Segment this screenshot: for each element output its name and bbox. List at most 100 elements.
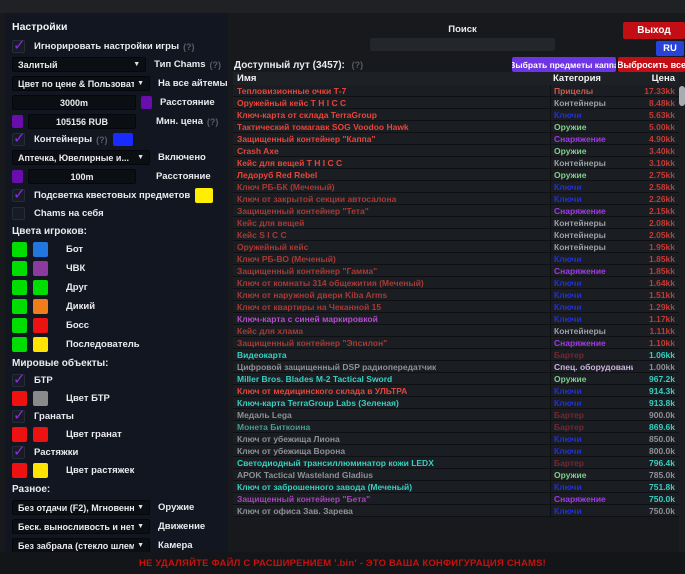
table-row[interactable]: Защищенный контейнер "Гамма"Снаряжение1.…: [233, 265, 679, 277]
search-input[interactable]: [370, 38, 555, 51]
item-price: 1.00kk: [633, 362, 679, 372]
table-row[interactable]: Светодиодный трансиллюминатор кожи LEDXБ…: [233, 457, 679, 469]
table-row[interactable]: ВидеокартаБартер1.06kk: [233, 349, 679, 361]
tripwires-checkbox[interactable]: ✓: [12, 446, 25, 459]
table-row[interactable]: Ключ от закрытой секции автосалонаКлючи2…: [233, 193, 679, 205]
table-row[interactable]: Ключ от офиса Зав. ЗареваКлючи750.0k: [233, 505, 679, 517]
table-row[interactable]: Ключ от убежища ВоронаКлючи800.0k: [233, 445, 679, 457]
table-row[interactable]: Ключ-карта TerraGroup Labs (Зеленая)Ключ…: [233, 397, 679, 409]
table-row[interactable]: Оружейный кейсКонтейнеры1.95kk: [233, 241, 679, 253]
containers-mode-select[interactable]: Аптечка, Ювелирные и... ▼: [12, 150, 150, 165]
containers-color-swatch[interactable]: [113, 133, 133, 146]
table-row[interactable]: Тактический томагавк SOG Voodoo HawkОруж…: [233, 121, 679, 133]
table-row[interactable]: Защищенный контейнер "Тета"Снаряжение2.1…: [233, 205, 679, 217]
quest-items-color-swatch[interactable]: [195, 188, 213, 203]
table-row[interactable]: Тепловизионные очки Т-7Прицелы17.33kk: [233, 85, 679, 97]
weapon-select[interactable]: Без отдачи (F2), Мгновенное п ▼: [12, 500, 150, 515]
table-row[interactable]: Кейс для вещейКонтейнеры2.08kk: [233, 217, 679, 229]
table-row[interactable]: Miller Bros. Blades M-2 Tactical SwordОр…: [233, 373, 679, 385]
color-swatch[interactable]: [12, 463, 27, 478]
color-swatch[interactable]: [33, 337, 48, 352]
containers-label: Контейнеры: [34, 134, 92, 145]
grenades-checkbox[interactable]: ✓: [12, 410, 25, 423]
color-swatch[interactable]: [33, 280, 48, 295]
table-row[interactable]: Ключ от комнаты 314 общежития (Меченый)К…: [233, 277, 679, 289]
min-price-input[interactable]: 105156 RUB: [28, 114, 136, 129]
distance-input[interactable]: 3000m: [12, 95, 136, 110]
btr-checkbox[interactable]: ✓: [12, 374, 25, 387]
color-swatch[interactable]: [12, 280, 27, 295]
select-kappa-items-button[interactable]: Выбрать предметы каппа: [512, 57, 616, 72]
chams-self-checkbox[interactable]: ✓: [12, 207, 25, 220]
containers-distance-color-swatch[interactable]: [12, 170, 23, 183]
movement-select[interactable]: Беск. выносливость и нет уста ▼: [12, 519, 150, 534]
color-swatch[interactable]: [33, 299, 48, 314]
color-swatch[interactable]: [33, 261, 48, 276]
table-row[interactable]: Защищенный контейнер "Бета"Снаряжение750…: [233, 493, 679, 505]
color-swatch[interactable]: [33, 463, 48, 478]
color-swatch[interactable]: [12, 337, 27, 352]
table-row[interactable]: Кейс для вещей T H I C CКонтейнеры3.10kk: [233, 157, 679, 169]
help-icon: (?): [183, 42, 195, 52]
weapon-label: Оружие: [158, 502, 194, 513]
item-price: 796.4k: [633, 458, 679, 468]
table-row[interactable]: Кейс S I C CКонтейнеры2.05kk: [233, 229, 679, 241]
table-row[interactable]: Ключ от убежища ЛионаКлючи850.0k: [233, 433, 679, 445]
all-items-select[interactable]: Цвет по цене & Пользователь ▼: [12, 76, 150, 91]
color-swatch[interactable]: [12, 318, 27, 333]
color-swatch[interactable]: [33, 427, 48, 442]
table-row[interactable]: Ключ от квартиры на Чеканной 15Ключи1.29…: [233, 301, 679, 313]
containers-checkbox[interactable]: ✓: [12, 133, 25, 146]
table-row[interactable]: Ключ-карта с синей маркировкойКлючи1.17k…: [233, 313, 679, 325]
table-row[interactable]: Ледоруб Red RebelОружие2.75kk: [233, 169, 679, 181]
drop-all-button[interactable]: Выбросить все: [618, 57, 685, 72]
table-row[interactable]: Ключ от медицинского склада в УЛЬТРАКлюч…: [233, 385, 679, 397]
language-button[interactable]: RU: [656, 41, 684, 56]
item-category: Снаряжение: [550, 265, 633, 276]
distance-color-swatch[interactable]: [141, 96, 152, 109]
camera-select[interactable]: Без забрала (стекло шлема) ▼: [12, 538, 150, 552]
table-scrollbar[interactable]: [679, 72, 685, 552]
table-row[interactable]: Защищенный контейнер "Каппа"Снаряжение4.…: [233, 133, 679, 145]
color-swatch[interactable]: [12, 261, 27, 276]
color-swatch[interactable]: [33, 242, 48, 257]
item-price: 1.10kk: [633, 338, 679, 348]
misc-title: Разное:: [12, 484, 221, 495]
table-row[interactable]: Цифровой защищенный DSP радиопередатчикС…: [233, 361, 679, 373]
color-swatch[interactable]: [12, 242, 27, 257]
table-row[interactable]: Кейс для хламаКонтейнеры1.11kk: [233, 325, 679, 337]
exit-button[interactable]: Выход: [623, 22, 685, 39]
color-swatch[interactable]: [12, 391, 27, 406]
table-row[interactable]: Монета БиткоинаБартер869.6k: [233, 421, 679, 433]
min-price-color-swatch[interactable]: [12, 115, 23, 128]
ignore-game-settings-checkbox[interactable]: ✓: [12, 40, 25, 53]
table-row[interactable]: Crash AxeОружие3.40kk: [233, 145, 679, 157]
color-swatch[interactable]: [33, 391, 48, 406]
color-swatch[interactable]: [33, 318, 48, 333]
scrollbar-thumb[interactable]: [679, 86, 685, 106]
chams-type-label: Тип Chams: [154, 59, 205, 70]
table-row[interactable]: APOK Tactical Wasteland GladiusОружие785…: [233, 469, 679, 481]
column-header-name: Имя: [233, 73, 550, 84]
quest-items-checkbox[interactable]: ✓: [12, 189, 25, 202]
item-category: Оружие: [550, 169, 633, 180]
table-row[interactable]: Ключ от заброшенного завода (Меченый)Клю…: [233, 481, 679, 493]
ignore-game-settings-row: ✓ Игнорировать настройки игры (?): [12, 40, 221, 53]
table-row[interactable]: Ключ РБ-БК (Меченый)Ключи2.58kk: [233, 181, 679, 193]
containers-distance-input[interactable]: 100m: [28, 169, 136, 184]
color-swatch[interactable]: [12, 299, 27, 314]
table-header: Имя Категория Цена: [233, 72, 679, 85]
item-name: Оружейный кейс T H I C C: [233, 98, 550, 108]
table-row[interactable]: Ключ РБ-ВО (Меченый)Ключи1.85kk: [233, 253, 679, 265]
table-row[interactable]: Оружейный кейс T H I C CКонтейнеры8.48kk: [233, 97, 679, 109]
table-row[interactable]: Защищенный контейнер "Эпсилон"Снаряжение…: [233, 337, 679, 349]
item-category: Ключи: [550, 481, 633, 492]
containers-mode-label: Включено: [158, 152, 206, 163]
table-row[interactable]: Медаль LegaБартер900.0k: [233, 409, 679, 421]
item-name: Защищенный контейнер "Эпсилон": [233, 338, 550, 348]
chams-type-select[interactable]: Залитый ▼: [12, 57, 146, 72]
table-row[interactable]: Ключ-карта от склада TerraGroupКлючи5.63…: [233, 109, 679, 121]
table-row[interactable]: Ключ от наружной двери Kiba ArmsКлючи1.5…: [233, 289, 679, 301]
item-name: Ключ РБ-ВО (Меченый): [233, 254, 550, 264]
color-swatch[interactable]: [12, 427, 27, 442]
